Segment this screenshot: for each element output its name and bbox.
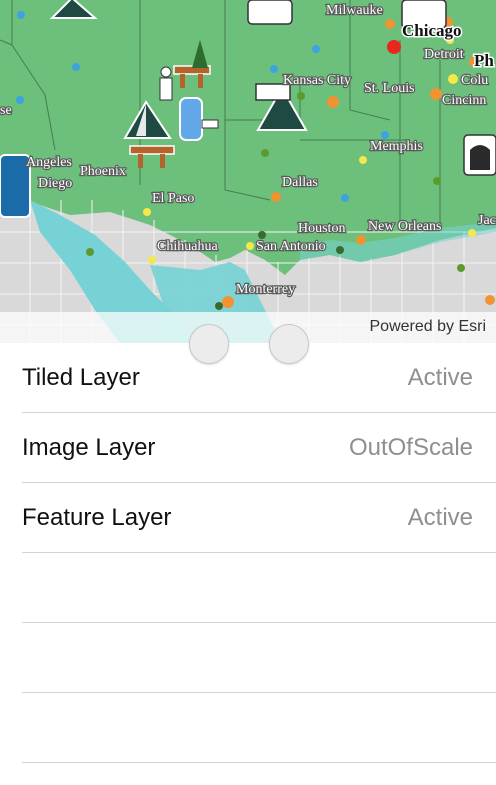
table-row[interactable]: Feature Layer Active [0,483,496,553]
table-row[interactable]: Image Layer OutOfScale [0,413,496,483]
city-label-monterrey: Monterrey [236,282,295,297]
layer-status: Active [407,364,473,391]
map-view[interactable]: Milwauke Chicago Detroit Ph Kansas City … [0,0,496,343]
city-label-st-louis: St. Louis [364,81,415,96]
city-label-phoenix: Phoenix [80,164,126,179]
layer-status-table: Tiled Layer Active Image Layer OutOfScal… [0,343,496,763]
city-label-jacksonville: Jac [478,213,496,228]
city-label-cincinnati: Cincinn [442,93,486,108]
attribution-bar: Powered by Esri [0,312,496,343]
empty-table-row [0,553,496,623]
person-icon[interactable] [159,66,173,101]
empty-table-row [0,693,496,763]
city-label-el-paso: El Paso [152,191,194,206]
layer-status: OutOfScale [348,434,473,461]
city-label-houston: Houston [298,221,345,236]
layer-name: Tiled Layer [22,364,140,391]
city-label-san-antonio: San Antonio [256,239,326,254]
city-label-kansas-city: Kansas City [283,73,351,88]
empty-table-row [0,623,496,693]
attribution-text: Powered by Esri [369,318,487,335]
basemap-graphics: Milwauke Chicago Detroit Ph Kansas City … [0,0,496,343]
city-label-chihuahua: Chihuahua [157,239,218,254]
city-label-detroit: Detroit [424,47,464,62]
rv-icon[interactable] [247,0,293,25]
city-label-memphis: Memphis [370,139,423,154]
layer-status: Active [407,504,473,531]
layer-name: Image Layer [22,434,156,461]
city-label-west-edge: se [0,103,12,118]
city-label-chicago: Chicago [402,21,462,40]
row-separator [22,762,496,763]
city-label-philadelphia: Ph [474,51,494,70]
city-label-dallas: Dallas [282,175,318,190]
city-label-los-angeles: Angeles [26,155,72,170]
tunnel-icon[interactable] [463,134,496,176]
table-row[interactable]: Tiled Layer Active [0,343,496,413]
city-label-san-diego: Diego [38,176,72,191]
layer-name: Feature Layer [22,504,172,531]
city-label-columbus: Colu [461,73,488,88]
city-label-milwaukee: Milwauke [326,3,383,18]
city-label-new-orleans: New Orleans [368,219,441,234]
